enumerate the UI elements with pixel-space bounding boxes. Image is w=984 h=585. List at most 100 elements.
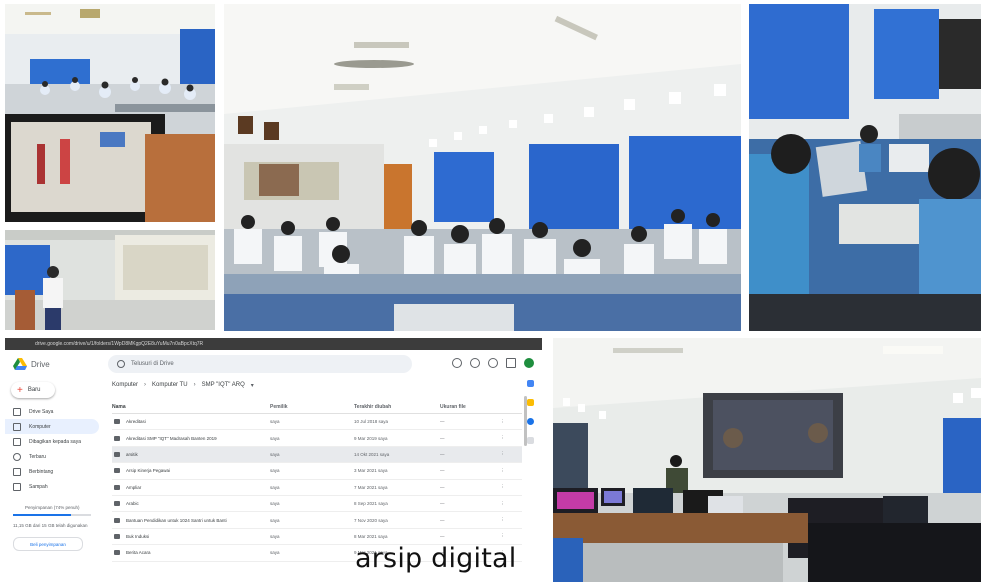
file-name: Arabic [112, 501, 270, 507]
table-row[interactable]: Arsip Kinerja Pegawai saya 3 Mar 2021 saya… [112, 463, 522, 480]
avatar[interactable] [524, 358, 534, 368]
more-options-icon[interactable]: ⋮ [500, 451, 508, 457]
sidebar-item-label: Komputer [29, 423, 51, 430]
sidebar-item-label: Sampah [29, 483, 48, 490]
file-name: Buk Induksi [112, 533, 270, 539]
file-name-text: arsitik [126, 451, 138, 457]
search-icon [117, 360, 125, 368]
more-options-icon[interactable]: ⋮ [500, 419, 508, 425]
star-icon [13, 467, 21, 476]
new-button[interactable]: + Baru [11, 382, 55, 398]
column-modified[interactable]: Terakhir diubah [354, 404, 440, 410]
breadcrumb-item[interactable]: Komputer TU [152, 382, 188, 388]
calendar-icon[interactable] [526, 380, 534, 387]
file-name-text: Berita Acara [126, 550, 151, 556]
file-owner: saya [270, 451, 280, 457]
chevron-right-icon: › [193, 382, 196, 388]
file-modified: 8 Sep 2021 saya [354, 501, 388, 507]
help-icon[interactable] [470, 358, 480, 368]
buy-storage-button[interactable]: Beli penyimpanan [13, 537, 83, 551]
file-owner: saya [270, 501, 280, 507]
file-owner: saya [270, 484, 280, 490]
more-options-icon[interactable]: ⋮ [500, 468, 508, 474]
file-modified: 7 Nov 2020 saya [354, 517, 388, 523]
breadcrumb-item[interactable]: Komputer [112, 382, 138, 388]
file-name-text: Arsip Kinerja Pegawai [126, 468, 171, 474]
file-name-text: Bantuan Pendidikan untuk 1024 Santri unt… [126, 517, 227, 523]
sidebar-item-my-drive[interactable]: Drive Saya [5, 404, 105, 419]
sidebar-item-label: Terbaru [29, 453, 46, 460]
more-options-icon[interactable]: ⋮ [500, 435, 508, 441]
drive-sidebar: + Baru Drive Saya Komputer Dibagikan kepa… [5, 378, 105, 582]
column-name[interactable]: Nama [112, 404, 270, 410]
header-icons [452, 358, 534, 368]
sidebar-item-computers[interactable]: Komputer [5, 419, 99, 434]
folder-icon [114, 419, 120, 425]
photo-students-laptops [749, 4, 981, 331]
column-owner[interactable]: Pemilik [270, 404, 354, 410]
breadcrumb-item[interactable]: SMP "IQT" ARQ [202, 382, 245, 388]
file-name: Ampliar [112, 484, 270, 490]
plus-icon: + [17, 384, 23, 396]
apps-grid-icon[interactable] [506, 358, 516, 368]
file-modified: 8 Mar 2021 saya [354, 533, 388, 539]
more-options-icon[interactable]: ⋮ [500, 517, 508, 523]
photo-computer-lab [553, 338, 981, 582]
file-size: — [440, 468, 445, 474]
file-size: — [440, 501, 445, 507]
folder-icon [114, 533, 120, 539]
shared-icon [13, 437, 21, 446]
folder-icon [114, 484, 120, 490]
file-name-text: Akreditasi SMP "IQT" Madrasah Banten 201… [126, 435, 217, 441]
breadcrumb: Komputer › Komputer TU › SMP "IQT" ARQ ▾ [112, 378, 522, 392]
table-row[interactable]: Arabic saya 8 Sep 2021 saya — ⋮ [112, 496, 522, 513]
file-name-text: Akreditasi [126, 419, 146, 425]
file-modified: 14 Okt 2021 saya [354, 451, 390, 457]
sidebar-item-starred[interactable]: Berbintang [5, 464, 105, 479]
file-size: — [440, 484, 445, 490]
folder-icon [114, 468, 120, 474]
file-name: Bantuan Pendidikan untuk 1024 Santri unt… [112, 517, 270, 523]
more-options-icon[interactable]: ⋮ [500, 484, 508, 490]
sidebar-item-label: Drive Saya [29, 408, 54, 415]
keep-icon[interactable] [526, 399, 534, 406]
sidebar-item-trash[interactable]: Sampah [5, 479, 105, 494]
table-row[interactable]: arsitik saya 14 Okt 2021 saya — ⋮ [112, 446, 522, 464]
column-size[interactable]: Ukuran file [440, 404, 500, 410]
support-icon[interactable] [452, 358, 462, 368]
more-options-icon[interactable]: ⋮ [500, 533, 508, 539]
gear-icon[interactable] [488, 358, 498, 368]
file-name-text: Buk Induksi [126, 533, 150, 539]
file-owner: saya [270, 468, 280, 474]
chevron-down-icon[interactable]: ▾ [251, 382, 254, 389]
more-options-icon[interactable]: ⋮ [500, 501, 508, 507]
sidebar-item-shared[interactable]: Dibagikan kepada saya [5, 434, 105, 449]
table-header: Nama Pemilik Terakhir diubah Ukuran file [112, 401, 522, 414]
search-placeholder: Telusuri di Drive [131, 361, 174, 367]
file-modified: 7 Mar 2021 saya [354, 484, 388, 490]
drive-brand: Drive [31, 359, 50, 369]
file-owner: saya [270, 419, 280, 425]
search-bar[interactable]: Telusuri di Drive [108, 355, 412, 373]
photo-student-presenting [5, 230, 215, 330]
table-row[interactable]: Akreditasi saya 10 Jul 2018 saya — ⋮ [112, 414, 522, 431]
folder-icon [114, 517, 120, 523]
folder-icon [114, 550, 120, 556]
table-row[interactable]: Akreditasi SMP "IQT" Madrasah Banten 201… [112, 430, 522, 447]
file-modified: 10 Jul 2018 saya [354, 419, 389, 425]
table-row[interactable]: Ampliar saya 7 Mar 2021 saya — ⋮ [112, 480, 522, 496]
clock-icon [13, 452, 21, 461]
add-icon[interactable] [526, 437, 534, 444]
storage-bar [13, 514, 91, 516]
file-owner: saya [270, 517, 280, 523]
browser-url-bar[interactable]: drive.google.com/drive/u/1/folders/1WpD8… [5, 338, 542, 350]
sidebar-item-recent[interactable]: Terbaru [5, 449, 105, 464]
file-name: Akreditasi [112, 419, 270, 425]
drive-logo-icon [13, 358, 27, 370]
drive-header: Drive Telusuri di Drive [5, 350, 542, 378]
drive-icon [13, 407, 21, 416]
file-size: — [440, 451, 445, 457]
table-row[interactable]: Bantuan Pendidikan untuk 1024 Santri unt… [112, 512, 522, 529]
new-button-label: Baru [27, 387, 41, 393]
tasks-icon[interactable] [526, 418, 534, 425]
